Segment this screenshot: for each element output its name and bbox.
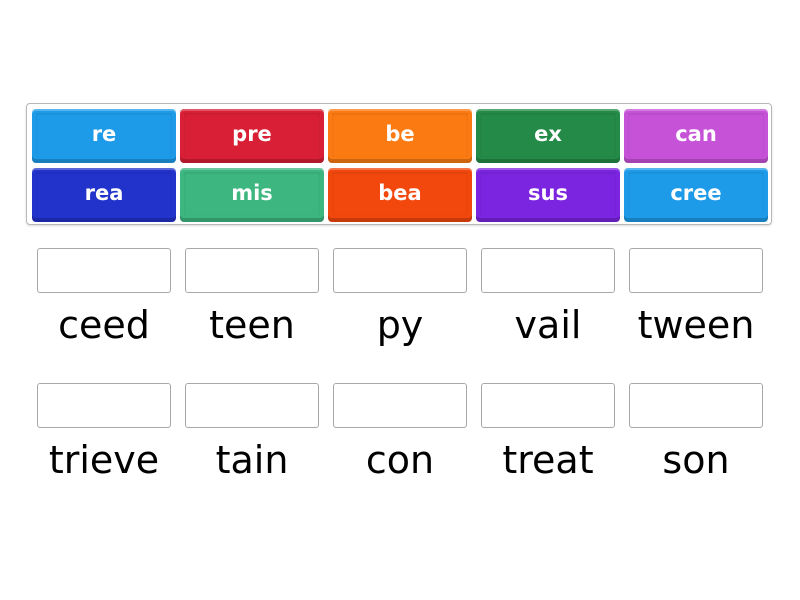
tile-cree[interactable]: cree: [624, 168, 768, 222]
drop-slot-2[interactable]: [185, 248, 319, 293]
word-stem-teen: teen: [209, 303, 295, 347]
tile-pre[interactable]: pre: [180, 109, 324, 163]
tile-rea[interactable]: rea: [32, 168, 176, 222]
drop-slot-5[interactable]: [629, 248, 763, 293]
tile-mis[interactable]: mis: [180, 168, 324, 222]
drop-slot-9[interactable]: [481, 383, 615, 428]
word-stem-py: py: [376, 303, 424, 347]
drop-slot-7[interactable]: [185, 383, 319, 428]
drop-slot-1[interactable]: [37, 248, 171, 293]
word-stem-tain: tain: [215, 438, 289, 482]
word-stem-son: son: [662, 438, 730, 482]
word-stem-treat: treat: [502, 438, 594, 482]
drop-slot-3[interactable]: [333, 248, 467, 293]
word-stem-tween: tween: [637, 303, 755, 347]
drop-slot-6[interactable]: [37, 383, 171, 428]
tile-sus[interactable]: sus: [476, 168, 620, 222]
word-stem-ceed: ceed: [58, 303, 150, 347]
tile-bea[interactable]: bea: [328, 168, 472, 222]
tile-be[interactable]: be: [328, 109, 472, 163]
drop-slot-4[interactable]: [481, 248, 615, 293]
drop-slot-8[interactable]: [333, 383, 467, 428]
tile-ex[interactable]: ex: [476, 109, 620, 163]
tile-can[interactable]: can: [624, 109, 768, 163]
tile-re[interactable]: re: [32, 109, 176, 163]
word-stem-con: con: [365, 438, 435, 482]
word-stem-trieve: trieve: [48, 438, 160, 482]
drop-slot-10[interactable]: [629, 383, 763, 428]
word-stem-vail: vail: [514, 303, 582, 347]
